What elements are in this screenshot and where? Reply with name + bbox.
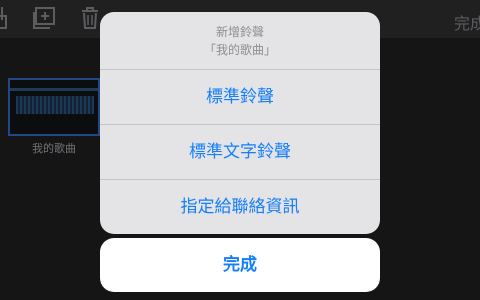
assign-to-contact-button[interactable]: 指定給聯絡資訊	[100, 179, 380, 234]
sheet-done-button[interactable]: 完成	[100, 238, 380, 292]
action-sheet: 新增鈴聲 「我的歌曲」 標準鈴聲 標準文字鈴聲 指定給聯絡資訊	[100, 12, 380, 234]
standard-ringtone-button[interactable]: 標準鈴聲	[100, 69, 380, 124]
action-sheet-title: 新增鈴聲	[215, 25, 264, 39]
text-tone-button[interactable]: 標準文字鈴聲	[100, 124, 380, 179]
action-sheet-message: 「我的歌曲」	[203, 43, 276, 57]
action-sheet-header: 新增鈴聲 「我的歌曲」	[100, 12, 380, 69]
